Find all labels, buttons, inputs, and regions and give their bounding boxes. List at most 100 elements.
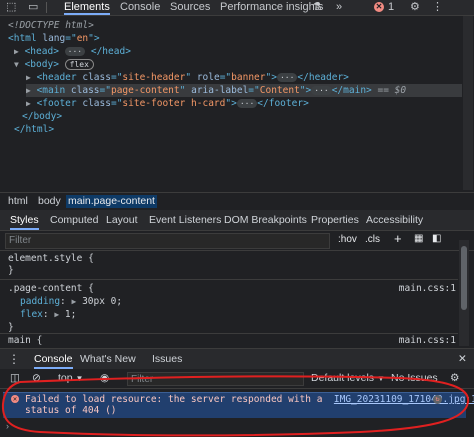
breadcrumb-html[interactable]: html [6, 195, 30, 208]
doctype-line[interactable]: <!DOCTYPE html> [8, 19, 94, 32]
body-close-tag: </body> [22, 111, 63, 122]
rule-source-link[interactable]: main.css:1 [399, 334, 456, 347]
rule-selector-page-content[interactable]: .page-content { [8, 282, 94, 295]
header-attr-role: role [196, 72, 220, 83]
footer-close-tag: footer [268, 98, 304, 109]
styles-tabbar: Styles Computed Layout Event Listeners D… [0, 210, 474, 231]
tab-layout[interactable]: Layout [106, 210, 138, 230]
rule-divider [0, 279, 458, 280]
flex-badge[interactable]: flex [64, 59, 94, 70]
tab-issues[interactable]: Issues [152, 349, 182, 369]
header-role-value: banner [231, 72, 266, 83]
dropdown-arrow-icon: ▼ [376, 374, 385, 383]
tab-elements[interactable]: Elements [64, 0, 110, 15]
head-node[interactable]: ▶ <head> ··· </head> [14, 45, 131, 58]
html-close-node[interactable]: </html> [14, 123, 54, 136]
tab-styles[interactable]: Styles [10, 210, 39, 230]
main-node-selected[interactable]: ▶ <main class="page-content" aria-label=… [26, 84, 462, 97]
network-request-icon[interactable]: ↻ [433, 395, 442, 404]
footer-attr-class: class [82, 98, 111, 109]
footer-tag: footer [42, 98, 77, 109]
tab-console-drawer[interactable]: Console [34, 349, 73, 369]
device-toolbar-icon[interactable]: ▭ [28, 0, 38, 15]
tab-console[interactable]: Console [120, 0, 160, 15]
breadcrumb-main[interactable]: main.page-content [66, 195, 157, 208]
error-count-icon[interactable]: ✕ [374, 2, 384, 12]
rule-declaration-padding[interactable]: padding: ▶ 30px 0; [20, 295, 122, 308]
error-source-link[interactable]: IMG_20231109_171049.jpg:1 [334, 394, 474, 405]
add-rule-icon[interactable]: + [394, 231, 402, 246]
tab-sources[interactable]: Sources [170, 0, 210, 15]
issues-count[interactable]: No Issues [391, 369, 438, 388]
expand-caret-icon[interactable]: ▶ [26, 73, 31, 82]
tab-event-listeners[interactable]: Event Listeners [149, 210, 221, 230]
expand-caret-icon[interactable]: ▶ [26, 86, 31, 95]
error-count[interactable]: 1 [388, 0, 394, 15]
property-name: flex [20, 309, 43, 320]
rule-divider [0, 333, 458, 334]
styles-scrollbar-thumb[interactable] [461, 246, 467, 310]
more-tabs-button[interactable]: » [336, 0, 342, 15]
console-toolbar: ◫ ⊘ top ▼ ◉ Filter Default levels ▼ No I… [0, 369, 474, 389]
tab-dom-breakpoints[interactable]: DOM Breakpoints [224, 210, 307, 230]
toolbar-divider [46, 2, 47, 13]
header-node[interactable]: ▶ <header class="site-header" role="bann… [26, 71, 349, 84]
context-selector[interactable]: top ▼ [58, 369, 83, 388]
styles-filter-input[interactable]: Filter [5, 233, 330, 249]
settings-icon[interactable]: ⚙ [410, 0, 420, 15]
console-settings-icon[interactable]: ⚙ [450, 369, 459, 388]
main-class-value: page-content [110, 85, 180, 96]
tab-whats-new[interactable]: What's New [80, 349, 136, 369]
main-attr-class: class [70, 85, 100, 96]
rule-declaration-flex[interactable]: flex: ▶ 1; [20, 308, 76, 321]
html-close-tag: </html> [14, 124, 55, 135]
log-levels-dropdown[interactable]: Default levels ▼ [311, 369, 385, 388]
drawer-menu-icon[interactable]: ⋮ [8, 349, 20, 369]
inspect-icon[interactable]: ⬚ [6, 0, 16, 15]
head-tag: head [30, 46, 54, 57]
clear-console-icon[interactable]: ⊘ [32, 369, 41, 388]
console-filter-input[interactable]: Filter [127, 372, 304, 386]
expand-caret-icon[interactable]: ▶ [26, 99, 31, 108]
property-value: 1; [64, 309, 77, 320]
console-error-message[interactable]: ✕ Failed to load resource: the server re… [3, 392, 474, 418]
body-close-node[interactable]: </body> [22, 110, 62, 123]
sidebar-toggle-icon[interactable]: ◫ [10, 369, 20, 388]
expand-shorthand-icon[interactable]: ▶ [54, 310, 59, 319]
body-node[interactable]: ▼ <body> flex [14, 58, 94, 71]
elements-scrollbar[interactable] [463, 16, 473, 190]
close-drawer-icon[interactable]: ✕ [458, 349, 467, 369]
breadcrumb: html body main.page-content [0, 192, 474, 209]
dom-tree: <!DOCTYPE html> <html lang="en"> ▶ <head… [0, 16, 462, 190]
tab-properties[interactable]: Properties [311, 210, 359, 230]
tab-performance-insights[interactable]: Performance insights [220, 0, 323, 15]
tab-accessibility[interactable]: Accessibility [366, 210, 423, 230]
main-aria-value: Content [259, 85, 300, 96]
expand-caret-icon[interactable]: ▶ [14, 47, 19, 56]
tab-computed[interactable]: Computed [50, 210, 98, 230]
more-options-icon[interactable]: ⋮ [432, 0, 443, 15]
live-expression-eye-icon[interactable]: ◉ [100, 369, 109, 388]
console-filter-placeholder: Filter [131, 374, 154, 385]
html-node[interactable]: <html lang="en"> [8, 32, 100, 45]
collapsed-dots-icon[interactable]: ··· [64, 47, 86, 56]
computed-sidebar-icon[interactable]: ◧ [432, 233, 441, 244]
rule-source-link[interactable]: main.css:1 [399, 282, 456, 295]
collapse-caret-icon[interactable]: ▼ [14, 60, 19, 69]
collapsed-dots-icon[interactable]: ··· [236, 99, 258, 108]
breadcrumb-body[interactable]: body [36, 195, 63, 208]
collapsed-dots-icon[interactable]: ··· [276, 73, 298, 82]
context-label: top [58, 372, 73, 384]
devtools-toolbar: ⬚ ▭ Elements Console Sources Performance… [0, 0, 474, 16]
rule-selector-main[interactable]: main { [8, 334, 42, 347]
header-tag: header [42, 72, 77, 83]
console-prompt-icon[interactable]: › [6, 421, 9, 431]
cls-button[interactable]: .cls [365, 234, 380, 245]
footer-node[interactable]: ▶ <footer class="site-footer h-card"> ···… [26, 97, 309, 110]
hov-button[interactable]: :hov [338, 234, 357, 245]
collapsed-dots-icon[interactable]: ··· [311, 86, 332, 95]
paint-icon[interactable]: ▦ [414, 233, 423, 244]
html-tag: html [13, 33, 37, 44]
element-style-rule[interactable]: element.style { [8, 252, 94, 265]
expand-shorthand-icon[interactable]: ▶ [72, 297, 77, 306]
